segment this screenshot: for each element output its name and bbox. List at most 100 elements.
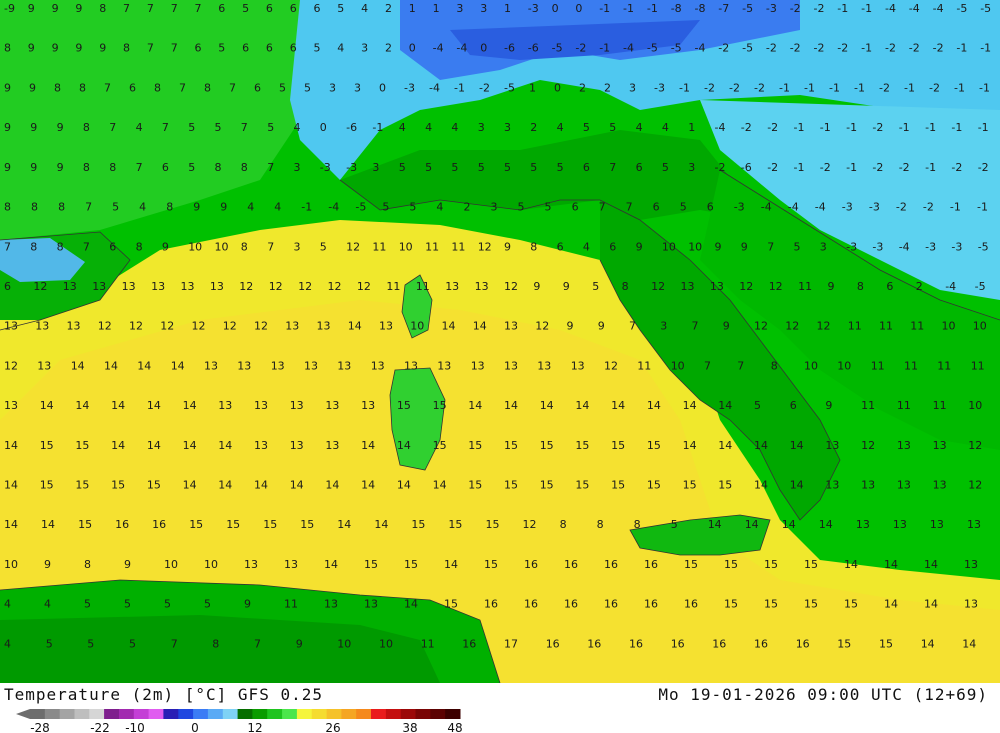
- grid-value: -1: [950, 201, 961, 214]
- grid-value: 13: [285, 320, 299, 333]
- colorbar-swatch: [207, 709, 224, 719]
- grid-value: 12: [523, 518, 537, 531]
- grid-value: 13: [218, 399, 232, 412]
- grid-value: 13: [933, 479, 947, 492]
- grid-value: 14: [71, 359, 85, 372]
- grid-value: 14: [137, 359, 151, 372]
- grid-value: 14: [884, 558, 898, 571]
- grid-value: 13: [4, 320, 18, 333]
- grid-value: 16: [644, 598, 658, 611]
- grid-value: -2: [814, 2, 825, 15]
- grid-value: 3: [294, 161, 301, 174]
- grid-value: -2: [766, 42, 777, 55]
- grid-value: 10: [204, 558, 218, 571]
- grid-value: 15: [78, 518, 92, 531]
- grid-value: 5: [84, 598, 91, 611]
- grid-value: 10: [188, 240, 202, 253]
- grid-value: 13: [710, 280, 724, 293]
- grid-value: 13: [324, 598, 338, 611]
- grid-value: 5: [592, 280, 599, 293]
- grid-value: 12: [478, 240, 492, 253]
- grid-value: -4: [456, 42, 467, 55]
- colorbar-tick: 12: [247, 721, 262, 733]
- colorbar: -28 -22 -10 0 12 26 38 48: [16, 709, 463, 733]
- grid-value: 16: [484, 598, 498, 611]
- grid-value: 16: [587, 637, 601, 650]
- grid-value: 8: [31, 201, 38, 214]
- colorbar-swatch: [133, 709, 150, 719]
- grid-value: 14: [790, 439, 804, 452]
- grid-value: 8: [109, 161, 116, 174]
- grid-value: 3: [820, 240, 827, 253]
- grid-value: 3: [456, 2, 463, 15]
- grid-value: 5: [279, 81, 286, 94]
- grid-value: 16: [754, 637, 768, 650]
- grid-value: 13: [204, 359, 218, 372]
- grid-value: -3: [842, 201, 853, 214]
- colorbar-tick: 26: [325, 721, 340, 733]
- grid-value: 3: [294, 240, 301, 253]
- grid-value: 10: [804, 359, 818, 372]
- grid-value: 15: [397, 399, 411, 412]
- colorbar-swatch: [296, 709, 313, 719]
- grid-value: 14: [361, 479, 375, 492]
- grid-value: -1: [679, 81, 690, 94]
- grid-value: 15: [404, 558, 418, 571]
- grid-value: 2: [579, 81, 586, 94]
- grid-value: -1: [301, 201, 312, 214]
- grid-value: 8: [154, 81, 161, 94]
- grid-value: -2: [718, 42, 729, 55]
- grid-value: 11: [284, 598, 298, 611]
- grid-value: 12: [535, 320, 549, 333]
- colorbar-tick: 38: [402, 721, 417, 733]
- grid-value: 16: [152, 518, 166, 531]
- grid-value: 15: [647, 479, 661, 492]
- grid-value: 5: [609, 121, 616, 134]
- grid-value: 11: [861, 399, 875, 412]
- grid-value: 9: [193, 201, 200, 214]
- grid-value: 4: [247, 201, 254, 214]
- grid-value: 14: [348, 320, 362, 333]
- grid-value: 2: [464, 201, 471, 214]
- colorbar-swatch: [415, 709, 431, 719]
- grid-value: -5: [975, 280, 986, 293]
- grid-value: -4: [433, 42, 444, 55]
- grid-value: 15: [364, 558, 378, 571]
- grid-value: 7: [109, 121, 116, 134]
- grid-value: 14: [41, 518, 55, 531]
- grid-value: -3: [846, 240, 857, 253]
- grid-value: 9: [563, 280, 570, 293]
- grid-value: -4: [885, 2, 896, 15]
- grid-value: 7: [179, 81, 186, 94]
- grid-value: -6: [346, 121, 357, 134]
- grid-value: 14: [183, 399, 197, 412]
- grid-value: -1: [861, 2, 872, 15]
- grid-value: 7: [692, 320, 699, 333]
- grid-value: 8: [215, 161, 222, 174]
- grid-value: 8: [241, 161, 248, 174]
- grid-value: -6: [504, 42, 515, 55]
- grid-value: 16: [564, 598, 578, 611]
- grid-value: -1: [846, 161, 857, 174]
- grid-value: 14: [75, 399, 89, 412]
- grid-value: 15: [75, 439, 89, 452]
- grid-value: -1: [804, 81, 815, 94]
- grid-value: 9: [4, 161, 11, 174]
- grid-value: -1: [925, 161, 936, 174]
- grid-value: 13: [504, 359, 518, 372]
- colorbar-swatch: [148, 709, 164, 719]
- grid-value: 14: [844, 558, 858, 571]
- grid-value: 15: [575, 479, 589, 492]
- grid-value: -3: [346, 161, 357, 174]
- grid-value: 6: [290, 42, 297, 55]
- grid-value: -1: [829, 81, 840, 94]
- grid-value: -2: [872, 121, 883, 134]
- grid-value: -2: [933, 42, 944, 55]
- grid-value: 15: [837, 637, 851, 650]
- grid-value: 7: [267, 161, 274, 174]
- grid-value: 3: [660, 320, 667, 333]
- grid-value: 9: [598, 320, 605, 333]
- grid-value: 14: [324, 558, 338, 571]
- grid-value: 5: [530, 161, 537, 174]
- grid-value: -4: [909, 2, 920, 15]
